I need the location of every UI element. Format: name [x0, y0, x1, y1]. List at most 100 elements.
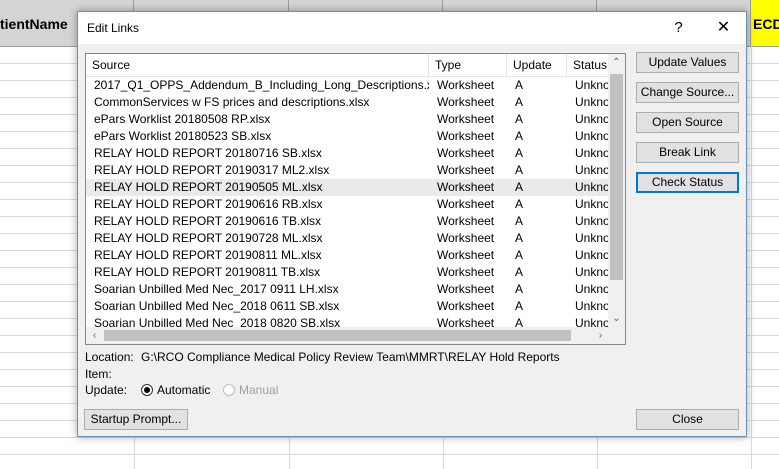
- horizontal-scrollbar[interactable]: ‹ ›: [86, 327, 609, 344]
- vertical-scrollbar[interactable]: ⌃ ⌄: [608, 54, 625, 327]
- column-header-update[interactable]: Update: [507, 54, 567, 76]
- automatic-label[interactable]: Automatic: [157, 383, 210, 397]
- cell-status: Unkno: [575, 129, 609, 143]
- grid-line: [0, 437, 779, 438]
- cell-type: Worksheet: [437, 180, 495, 194]
- cell-type: Worksheet: [437, 95, 495, 109]
- cell-update: A: [515, 214, 524, 228]
- list-item[interactable]: ePars Worklist 20180508 RP.xlsx Worksheet…: [86, 111, 609, 128]
- cell-type: Worksheet: [437, 129, 495, 143]
- cell-update: A: [515, 231, 524, 245]
- chevron-down-icon[interactable]: ⌄: [608, 310, 625, 327]
- cell-status: Unkno: [575, 180, 609, 194]
- cell-update: A: [515, 265, 524, 279]
- cell-update: A: [515, 282, 524, 296]
- break-link-button[interactable]: Break Link: [636, 142, 739, 163]
- cell-source: RELAY HOLD REPORT 20190616 RB.xlsx: [94, 197, 323, 211]
- update-values-button[interactable]: Update Values: [636, 52, 739, 73]
- chevron-left-icon[interactable]: ‹: [86, 327, 103, 344]
- cell-type: Worksheet: [437, 214, 495, 228]
- cell-status: Unkno: [575, 299, 609, 313]
- cell-status: Unkno: [575, 146, 609, 160]
- scrollbar-corner: [608, 327, 625, 344]
- cell-source: RELAY HOLD REPORT 20190505 ML.xlsx: [94, 180, 323, 194]
- cell-status: Unkno: [575, 248, 609, 262]
- cell-update: A: [515, 180, 524, 194]
- cell-update: A: [515, 248, 524, 262]
- vertical-scroll-thumb[interactable]: [610, 74, 623, 280]
- cell-source: Soarian Unbilled Med Nec_2018 0820 SB.xl…: [94, 316, 341, 327]
- list-header: Source Type Update Status: [86, 54, 609, 77]
- help-button[interactable]: ?: [656, 12, 701, 44]
- cell-source: Soarian Unbilled Med Nec_2017 0911 LH.xl…: [94, 282, 339, 296]
- column-header-source[interactable]: Source: [86, 54, 429, 76]
- cell-status: Unkno: [575, 78, 609, 92]
- cell-status: Unkno: [575, 265, 609, 279]
- cell-type: Worksheet: [437, 265, 495, 279]
- cell-type: Worksheet: [437, 197, 495, 211]
- list-item[interactable]: Soarian Unbilled Med Nec_2018 0820 SB.xl…: [86, 315, 609, 327]
- list-item[interactable]: ePars Worklist 20180523 SB.xlsx Worksheet…: [86, 128, 609, 145]
- cell-source: RELAY HOLD REPORT 20180716 SB.xlsx: [94, 146, 322, 160]
- horizontal-scroll-thumb[interactable]: [104, 330, 571, 341]
- update-label: Update:: [85, 383, 128, 397]
- cell-status: Unkno: [575, 231, 609, 245]
- cell-type: Worksheet: [437, 112, 495, 126]
- cell-type: Worksheet: [437, 299, 495, 313]
- manual-label[interactable]: Manual: [239, 383, 278, 397]
- cell-status: Unkno: [575, 316, 609, 327]
- close-button[interactable]: Close: [636, 409, 739, 430]
- column-header-status[interactable]: Status: [567, 54, 609, 76]
- links-list[interactable]: Source Type Update Status 2017_Q1_OPPS_A…: [85, 53, 626, 345]
- grid-line: [0, 454, 779, 455]
- cell-source: RELAY HOLD REPORT 20190728 ML.xlsx: [94, 231, 323, 245]
- list-item[interactable]: RELAY HOLD REPORT 20190505 ML.xlsx Worksh…: [86, 179, 609, 196]
- cell-type: Worksheet: [437, 78, 495, 92]
- cell-type: Worksheet: [437, 163, 495, 177]
- cell-source: RELAY HOLD REPORT 20190811 ML.xlsx: [94, 248, 322, 262]
- cell-source: RELAY HOLD REPORT 20190616 TB.xlsx: [94, 214, 321, 228]
- cell-status: Unkno: [575, 163, 609, 177]
- column-header-ecd[interactable]: ECD: [751, 0, 779, 46]
- list-item[interactable]: RELAY HOLD REPORT 20190616 RB.xlsx Worksh…: [86, 196, 609, 213]
- cell-update: A: [515, 197, 524, 211]
- list-item[interactable]: RELAY HOLD REPORT 20190811 TB.xlsx Worksh…: [86, 264, 609, 281]
- open-source-button[interactable]: Open Source: [636, 112, 739, 133]
- list-item[interactable]: RELAY HOLD REPORT 20190728 ML.xlsx Worksh…: [86, 230, 609, 247]
- column-header-type[interactable]: Type: [429, 54, 507, 76]
- cell-update: A: [515, 95, 524, 109]
- column-header-text: tientName: [0, 16, 68, 32]
- list-item[interactable]: RELAY HOLD REPORT 20190811 ML.xlsx Worksh…: [86, 247, 609, 264]
- chevron-right-icon[interactable]: ›: [592, 327, 609, 344]
- cell-source: ePars Worklist 20180523 SB.xlsx: [94, 129, 272, 143]
- dialog-title: Edit Links: [87, 21, 140, 35]
- chevron-up-icon[interactable]: ⌃: [608, 54, 625, 71]
- list-item[interactable]: RELAY HOLD REPORT 20190317 ML2.xlsx Works…: [86, 162, 609, 179]
- cell-type: Worksheet: [437, 282, 495, 296]
- list-item[interactable]: RELAY HOLD REPORT 20190616 TB.xlsx Worksh…: [86, 213, 609, 230]
- cell-status: Unkno: [575, 197, 609, 211]
- list-item[interactable]: 2017_Q1_OPPS_Addendum_B_Including_Long_D…: [86, 77, 609, 94]
- item-label: Item:: [85, 367, 112, 381]
- cell-source: CommonServices w FS prices and descripti…: [94, 95, 370, 109]
- manual-radio[interactable]: [223, 384, 235, 396]
- list-item[interactable]: RELAY HOLD REPORT 20180716 SB.xlsx Worksh…: [86, 145, 609, 162]
- cell-update: A: [515, 129, 524, 143]
- dialog-titlebar[interactable]: Edit Links ? ✕: [78, 12, 746, 44]
- cell-update: A: [515, 299, 524, 313]
- check-status-button[interactable]: Check Status: [636, 172, 739, 193]
- startup-prompt-button[interactable]: Startup Prompt...: [84, 409, 188, 430]
- cell-source: Soarian Unbilled Med Nec_2018 0611 SB.xl…: [94, 299, 340, 313]
- cell-source: RELAY HOLD REPORT 20190811 TB.xlsx: [94, 265, 321, 279]
- list-item[interactable]: Soarian Unbilled Med Nec_2018 0611 SB.xl…: [86, 298, 609, 315]
- cell-update: A: [515, 112, 524, 126]
- cell-source: ePars Worklist 20180508 RP.xlsx: [94, 112, 271, 126]
- close-icon[interactable]: ✕: [701, 12, 746, 44]
- list-item[interactable]: CommonServices w FS prices and descripti…: [86, 94, 609, 111]
- cell-status: Unkno: [575, 214, 609, 228]
- cell-type: Worksheet: [437, 316, 495, 327]
- change-source-button[interactable]: Change Source...: [636, 82, 739, 103]
- automatic-radio[interactable]: [141, 384, 153, 396]
- location-value: G:\RCO Compliance Medical Policy Review …: [141, 350, 560, 364]
- list-item[interactable]: Soarian Unbilled Med Nec_2017 0911 LH.xl…: [86, 281, 609, 298]
